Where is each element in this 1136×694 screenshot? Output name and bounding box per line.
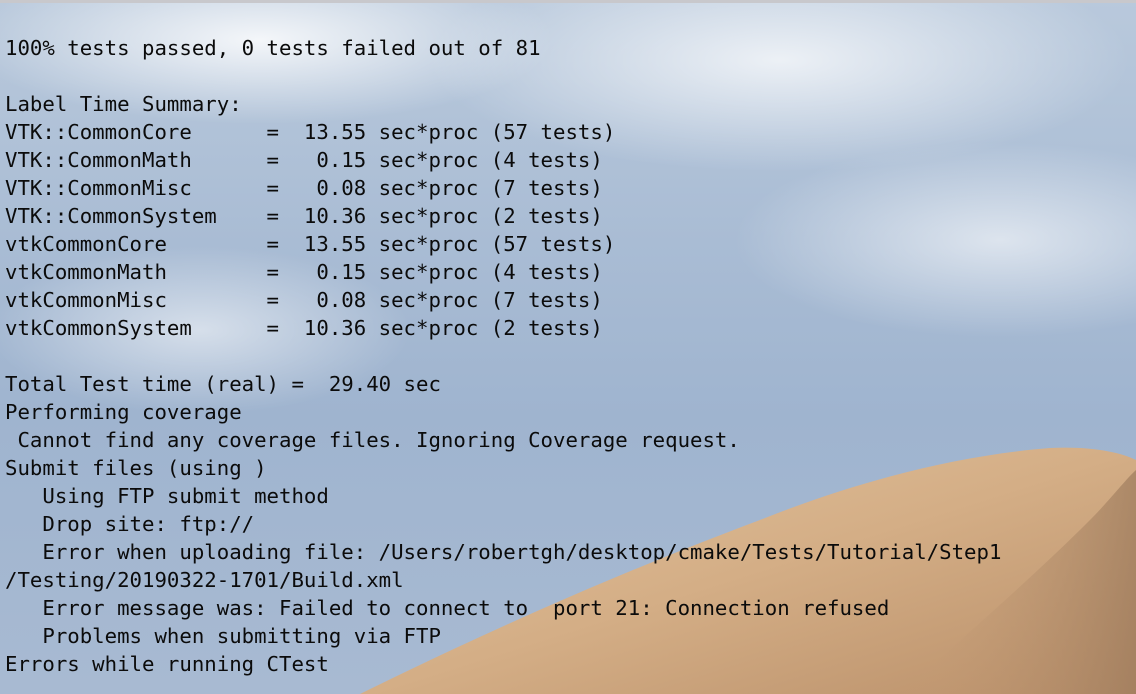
terminal-line: Label Time Summary: <box>5 92 242 116</box>
terminal-line: VTK::CommonCore = 13.55 sec*proc (57 tes… <box>5 120 616 144</box>
terminal-line: Using FTP submit method <box>5 484 329 508</box>
terminal-line: vtkCommonMath = 0.15 sec*proc (4 tests) <box>5 260 603 284</box>
terminal-line: Error when uploading file: /Users/robert… <box>5 540 1002 564</box>
window-top-edge <box>0 0 1136 3</box>
terminal-line: VTK::CommonMath = 0.15 sec*proc (4 tests… <box>5 148 603 172</box>
terminal-line: Performing coverage <box>5 400 242 424</box>
terminal-line: Problems when submitting via FTP <box>5 624 441 648</box>
terminal-line: Cannot find any coverage files. Ignoring… <box>5 428 740 452</box>
terminal-line: Drop site: ftp:// <box>5 512 255 536</box>
terminal-line: Errors while running CTest <box>5 652 329 676</box>
terminal-output[interactable]: 100% tests passed, 0 tests failed out of… <box>5 34 1131 678</box>
terminal-line: vtkCommonCore = 13.55 sec*proc (57 tests… <box>5 232 616 256</box>
terminal-line: 100% tests passed, 0 tests failed out of… <box>5 36 541 60</box>
terminal-line: vtkCommonSystem = 10.36 sec*proc (2 test… <box>5 316 603 340</box>
terminal-line: Total Test time (real) = 29.40 sec <box>5 372 441 396</box>
terminal-line: /Testing/20190322-1701/Build.xml <box>5 568 404 592</box>
terminal-line: VTK::CommonSystem = 10.36 sec*proc (2 te… <box>5 204 603 228</box>
terminal-line: Submit files (using ) <box>5 456 267 480</box>
terminal-line: VTK::CommonMisc = 0.08 sec*proc (7 tests… <box>5 176 603 200</box>
terminal-line: vtkCommonMisc = 0.08 sec*proc (7 tests) <box>5 288 603 312</box>
terminal-line: Error message was: Failed to connect to … <box>5 596 890 620</box>
